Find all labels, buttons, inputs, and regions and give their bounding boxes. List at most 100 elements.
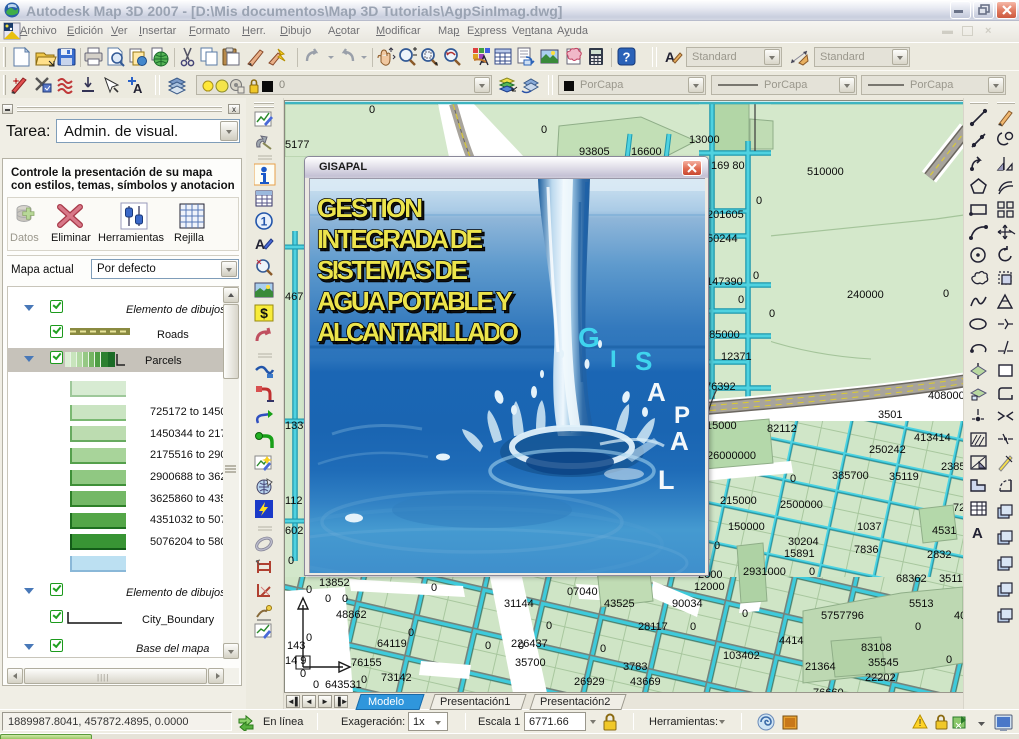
svg-text:13852: 13852 [319,577,350,589]
svg-text:0: 0 [342,593,348,605]
svg-text:INTEGRADA DE: INTEGRADA DE [317,224,483,254]
svg-text:GESTION: GESTION [317,193,423,223]
svg-text:AGUA POTABLE Y: AGUA POTABLE Y [317,286,513,316]
svg-text:250242: 250242 [869,444,906,456]
svg-text:83108: 83108 [861,642,892,654]
svg-text:0: 0 [915,621,921,633]
svg-text:2832: 2832 [927,549,951,561]
svg-text:0: 0 [485,640,491,652]
svg-text:3501: 3501 [878,409,902,421]
svg-text:A: A [665,49,675,65]
svg-text:14 9: 14 9 [285,655,306,667]
svg-text:0: 0 [313,679,319,691]
svg-text:0: 0 [306,632,312,644]
svg-text:0: 0 [325,593,331,605]
svg-text:5177: 5177 [285,139,309,151]
svg-text:50244: 50244 [707,233,738,245]
svg-text:3783: 3783 [623,661,647,673]
svg-text:413414: 413414 [914,432,951,444]
svg-text:0: 0 [742,608,748,620]
svg-text:0: 0 [408,627,414,639]
svg-text:5757796: 5757796 [821,610,864,622]
svg-text:0: 0 [714,540,720,552]
svg-text:385700: 385700 [832,470,869,482]
svg-text:0: 0 [769,308,775,320]
svg-text:0: 0 [546,620,552,632]
svg-text:A: A [670,426,689,456]
svg-text:76392: 76392 [705,381,736,393]
svg-text:82112: 82112 [767,423,797,435]
svg-text:643531: 643531 [325,679,362,691]
svg-text:1: 1 [261,215,268,229]
svg-text:0: 0 [541,124,547,136]
svg-text:240000: 240000 [847,289,884,301]
svg-text:510000: 510000 [807,166,844,178]
svg-text:0: 0 [753,270,759,282]
svg-text:5513: 5513 [909,598,933,610]
svg-text:I: I [610,346,617,373]
svg-text:?: ? [623,50,631,65]
svg-text:143: 143 [287,640,305,652]
svg-text:73142: 73142 [381,672,412,684]
svg-text:76155: 76155 [351,657,382,669]
svg-text:0: 0 [306,584,312,596]
svg-text:0: 0 [431,582,437,594]
svg-text:15000: 15000 [706,420,737,432]
svg-text:35119: 35119 [889,471,919,483]
svg-text:21364: 21364 [805,661,836,673]
svg-text:4531: 4531 [932,525,956,537]
svg-text:L: L [658,465,675,495]
svg-text:43669: 43669 [630,676,661,688]
svg-text:35700: 35700 [515,657,546,669]
svg-text:SISTEMAS DE: SISTEMAS DE [317,255,468,285]
svg-text:31144: 31144 [504,598,534,610]
svg-text:201605: 201605 [707,209,744,221]
svg-text:1037: 1037 [857,521,881,533]
svg-text:A: A [972,525,983,542]
svg-text:0: 0 [790,473,796,485]
svg-text:133: 133 [285,420,303,432]
svg-text:22202: 22202 [865,672,896,684]
svg-text:12000: 12000 [694,581,725,593]
svg-text:26929: 26929 [574,676,605,688]
svg-text:0: 0 [361,674,367,686]
svg-text:ALCANTARILLADO: ALCANTARILLADO [317,317,519,347]
svg-text:112: 112 [285,495,303,507]
svg-text:35113: 35113 [939,573,964,585]
svg-text:602: 602 [285,525,303,537]
svg-text:0: 0 [738,294,744,306]
svg-text:12371: 12371 [721,351,752,363]
svg-text:P: P [674,402,690,429]
svg-text:68362: 68362 [896,573,927,585]
svg-text:0: 0 [809,566,815,578]
svg-text:0: 0 [600,643,606,655]
svg-text:26000000: 26000000 [707,450,756,462]
svg-text:43525: 43525 [604,598,635,610]
svg-text:07040: 07040 [567,586,598,598]
svg-text:64119: 64119 [377,638,407,650]
svg-text:S: S [635,346,652,376]
svg-text:!: ! [919,718,922,729]
svg-text:13000: 13000 [689,134,720,146]
svg-text:2931000: 2931000 [743,566,786,578]
svg-text:0: 0 [369,104,375,116]
svg-text:215000: 215000 [720,495,757,507]
svg-text:408000: 408000 [928,390,964,402]
svg-text:4414: 4414 [779,635,803,647]
svg-text:A: A [255,236,265,252]
svg-text:30204: 30204 [788,536,819,548]
svg-text:15891: 15891 [784,548,815,560]
svg-text:169 80: 169 80 [711,160,745,172]
svg-text:103402: 103402 [723,650,760,662]
svg-text:$: $ [260,305,268,321]
svg-text:A: A [133,81,143,96]
svg-text:0: 0 [943,288,949,300]
svg-text:0: 0 [300,668,306,680]
svg-text:7836: 7836 [854,544,878,556]
svg-text:2500000: 2500000 [780,499,823,511]
svg-text:0: 0 [946,654,952,666]
svg-text:0: 0 [518,640,524,652]
svg-text:35545: 35545 [868,657,899,669]
svg-text:90034: 90034 [672,598,703,610]
svg-text:147390: 147390 [706,276,743,288]
